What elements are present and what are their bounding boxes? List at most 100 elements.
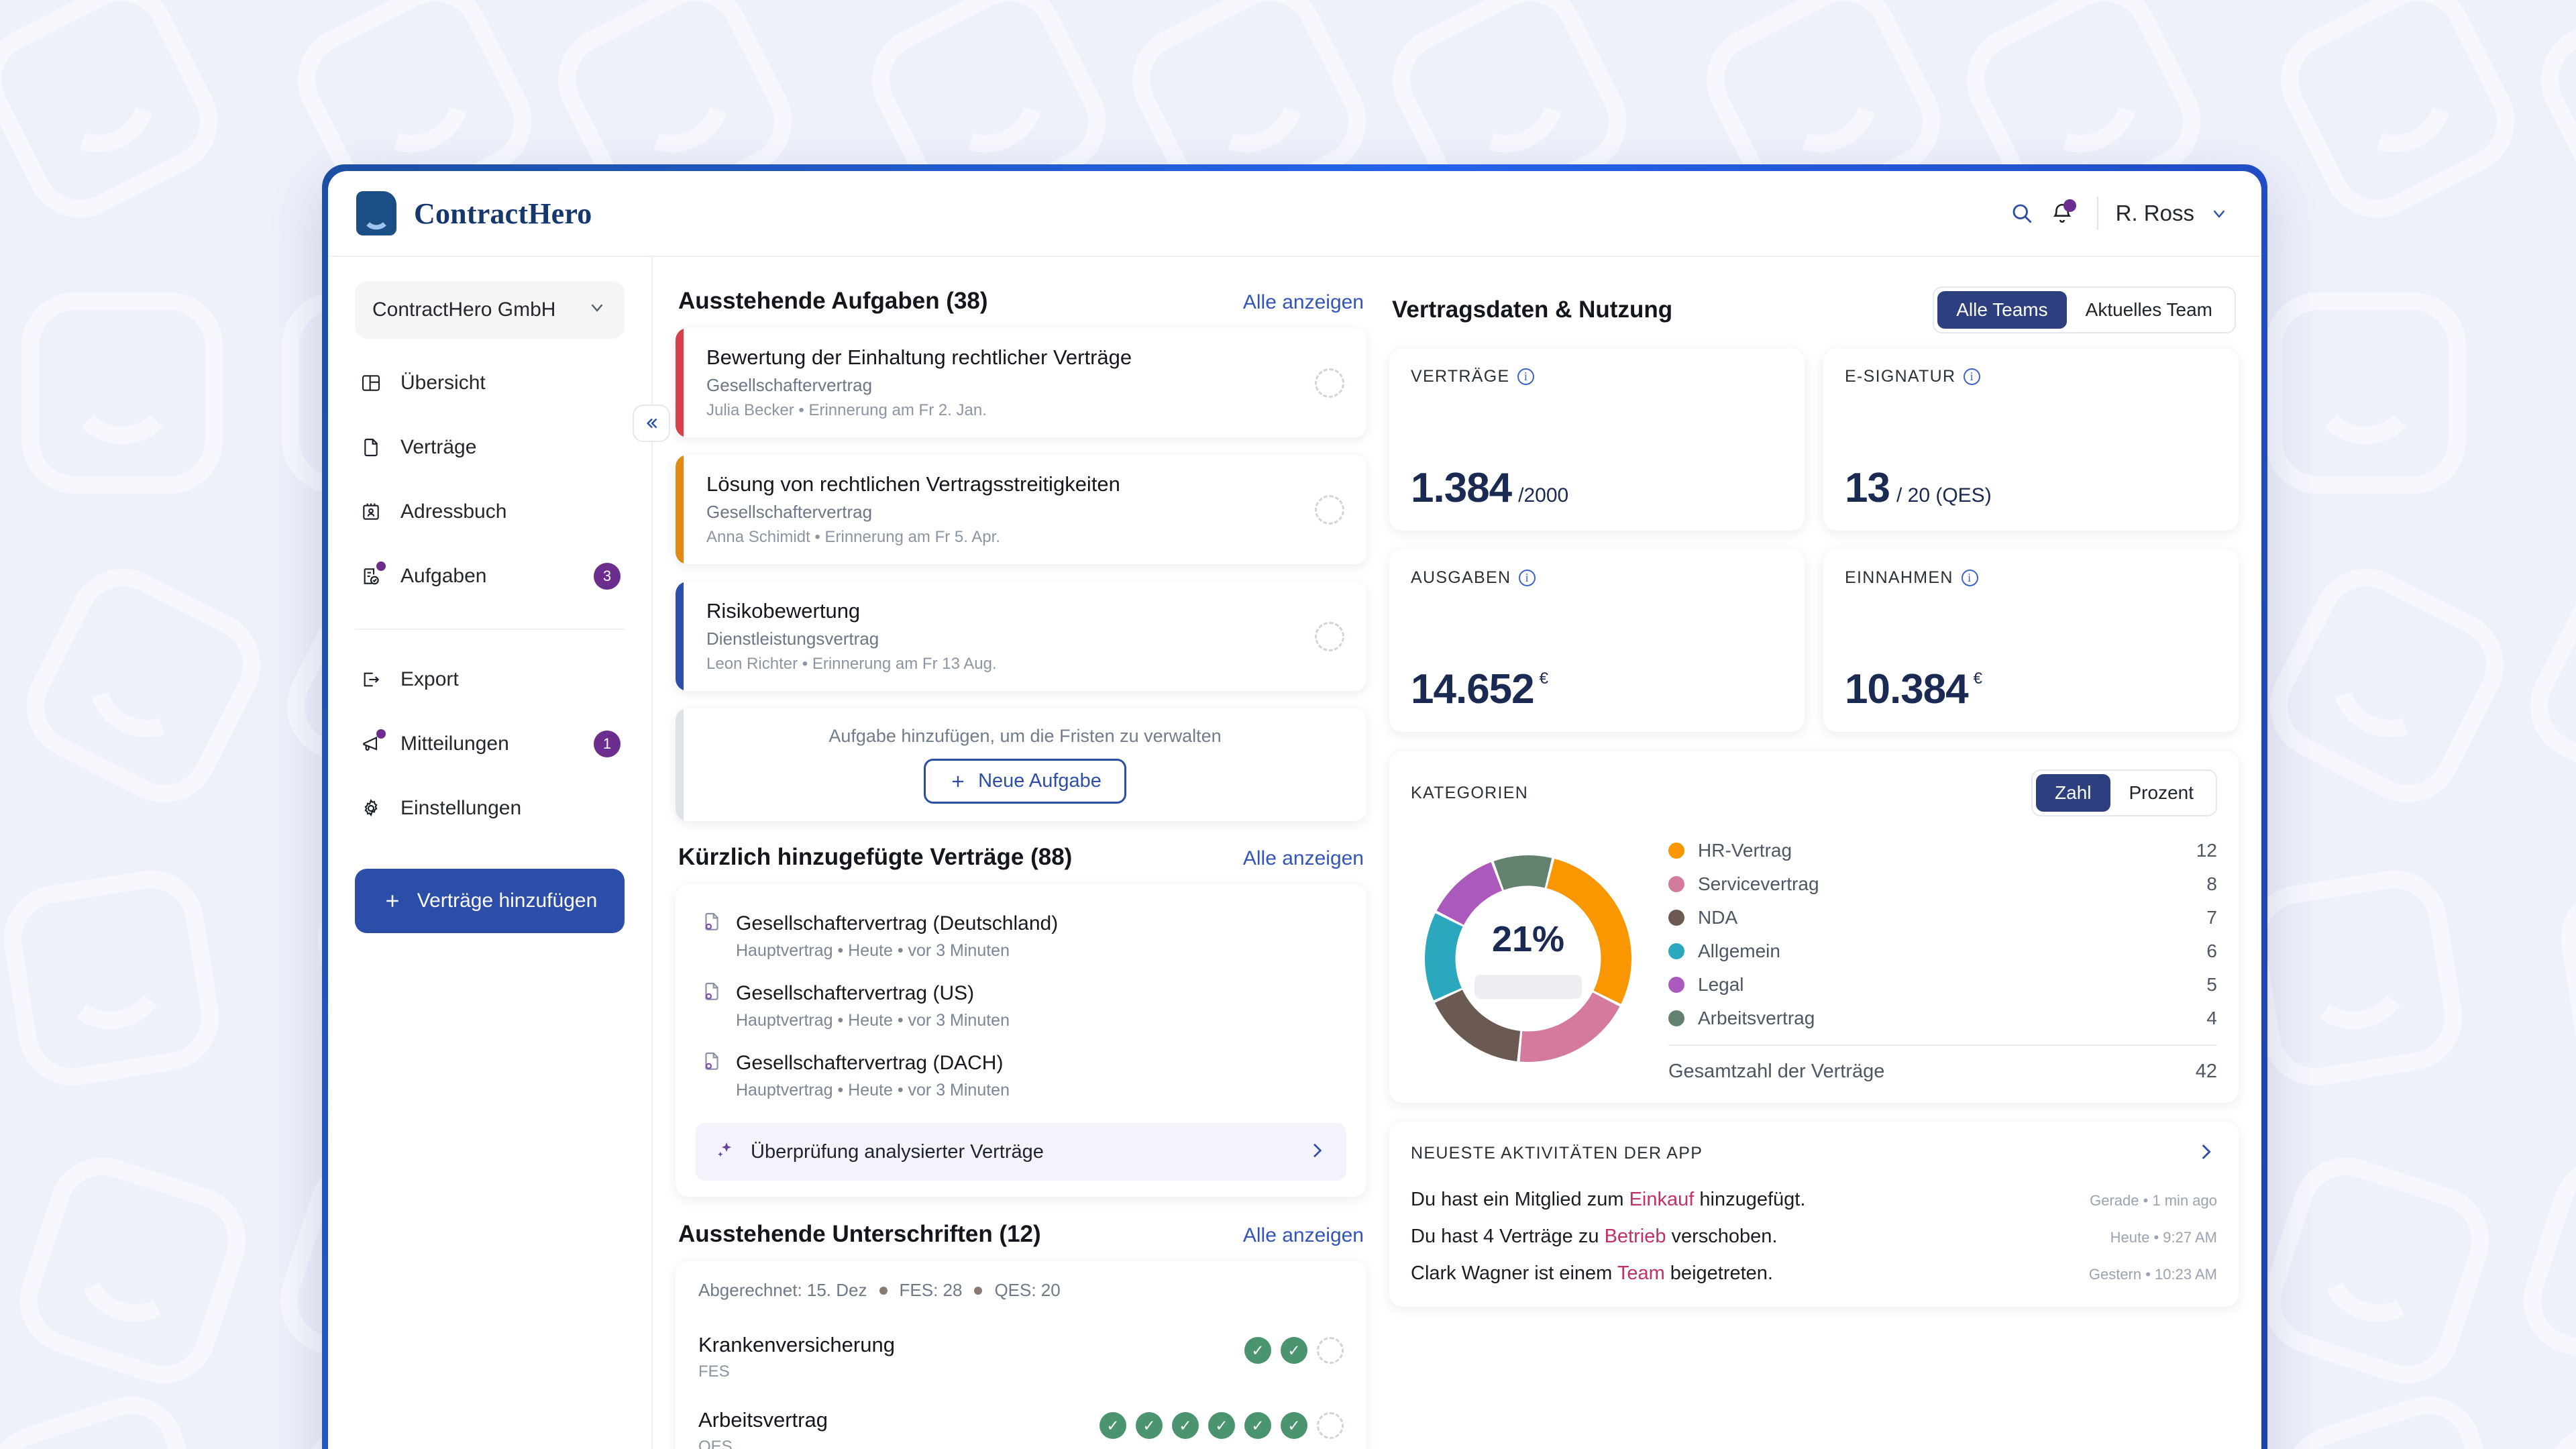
info-icon[interactable]: i (1517, 368, 1535, 385)
task-complete-toggle[interactable] (1293, 455, 1366, 564)
background-logo-tile (2265, 292, 2466, 494)
task-complete-toggle[interactable] (1293, 582, 1366, 691)
signature-row[interactable]: Arbeitsvertrag QES ✓ ✓ ✓ ✓ ✓ ✓ (698, 1399, 1344, 1449)
task-priority-stripe (676, 455, 684, 564)
sidebar-item-export[interactable]: Export (355, 647, 625, 712)
legend-label: Legal (1698, 974, 1744, 995)
signature-type: QES (698, 1438, 733, 1449)
signatures-show-all-link[interactable]: Alle anzeigen (1243, 1224, 1364, 1247)
signatures-section-title: Ausstehende Unterschriften (12) (678, 1221, 1041, 1247)
categories-mode-count[interactable]: Zahl (2036, 774, 2110, 812)
donut-segment-nda[interactable] (1434, 989, 1521, 1061)
sidebar-item-label: Übersicht (400, 372, 486, 394)
add-contract-button[interactable]: Verträge hinzufügen (355, 869, 625, 933)
team-scope-all[interactable]: Alle Teams (1937, 291, 2067, 329)
sidebar-item-einstellungen[interactable]: Einstellungen (355, 776, 625, 841)
legend-row[interactable]: Legal 5 (1668, 968, 2217, 1002)
sidebar-item-ubersicht[interactable]: Übersicht (355, 351, 625, 415)
legend-row[interactable]: Servicevertrag 8 (1668, 867, 2217, 901)
stat-value: 13 (1845, 465, 1890, 511)
app-header: ContractHero R. Ross (328, 171, 2261, 257)
chevron-right-icon[interactable] (2194, 1140, 2217, 1167)
sidebar-item-vertrage[interactable]: Verträge (355, 415, 625, 480)
contract-list-item[interactable]: Gesellschaftervertrag (Deutschland) Haup… (696, 902, 1346, 971)
activity-row[interactable]: Du hast ein Mitglied zum Einkauf hinzuge… (1411, 1181, 2217, 1218)
sidebar-item-aufgaben[interactable]: Aufgaben 3 (355, 544, 625, 608)
sidebar-item-label: Mitteilungen (400, 733, 509, 755)
background-logo-tile (2249, 1143, 2504, 1398)
stat-label-text: VERTRÄGE (1411, 367, 1510, 386)
signature-row[interactable]: Krankenversicherung FES ✓ ✓ (698, 1324, 1344, 1399)
legend-swatch-icon (1668, 977, 1684, 993)
donut-segment-servicevertrag[interactable] (1519, 991, 1620, 1062)
contract-list-item[interactable]: Gesellschaftervertrag (DACH) Hauptvertra… (696, 1041, 1346, 1111)
task-row[interactable]: Lösung von rechtlichen Vertragsstreitigk… (676, 455, 1366, 564)
pending-signature-icon (1317, 1337, 1344, 1364)
task-row[interactable]: Bewertung der Einhaltung rechtlicher Ver… (676, 328, 1366, 437)
contract-name: Gesellschaftervertrag (Deutschland) (736, 912, 1059, 934)
stat-card-esignatur: E-SIGNATUR i 13 / 20 (QES) (1823, 348, 2239, 531)
donut-percent-label: 21% (1491, 918, 1565, 959)
signed-check-icon: ✓ (1244, 1412, 1271, 1439)
header-divider (2096, 197, 2098, 230)
sidebar-collapse-button[interactable] (633, 405, 670, 442)
legend-row[interactable]: Arbeitsvertrag 4 (1668, 1002, 2217, 1035)
signature-name: Arbeitsvertrag (698, 1408, 828, 1432)
legend-label: NDA (1698, 907, 1738, 928)
tasks-section-header: Ausstehende Aufgaben (38) Alle anzeigen (676, 277, 1366, 328)
contracts-section-title: Kürzlich hinzugefügte Verträge (88) (678, 844, 1073, 870)
donut-segment-arbeitsvertrag[interactable] (1493, 855, 1552, 890)
tasks-show-all-link[interactable]: Alle anzeigen (1243, 291, 1364, 314)
stat-currency: € (1973, 669, 1982, 688)
bell-icon[interactable] (2042, 193, 2082, 233)
signatures-qes: QES: 20 (994, 1280, 1061, 1300)
info-icon[interactable]: i (1519, 570, 1536, 586)
sidebar-item-mitteilungen[interactable]: Mitteilungen 1 (355, 712, 625, 776)
legend-row[interactable]: NDA 7 (1668, 901, 2217, 934)
stat-label-text: AUSGABEN (1411, 568, 1511, 587)
new-task-button[interactable]: Neue Aufgabe (924, 759, 1126, 804)
sidebar-item-label: Export (400, 668, 459, 690)
info-icon[interactable]: i (1961, 570, 1978, 586)
task-row[interactable]: Risikobewertung Dienstleistungsvertrag L… (676, 582, 1366, 691)
legend-row[interactable]: HR-Vertrag 12 (1668, 834, 2217, 867)
contracts-show-all-link[interactable]: Alle anzeigen (1243, 847, 1364, 870)
contract-list-item[interactable]: Gesellschaftervertrag (US) Hauptvertrag … (696, 971, 1346, 1041)
background-logo-tile (21, 292, 223, 494)
stat-label-text: E-SIGNATUR (1845, 367, 1956, 386)
donut-segment-allgemein[interactable] (1425, 912, 1463, 1000)
info-icon[interactable]: i (1964, 368, 1981, 385)
activity-row[interactable]: Clark Wagner ist einem Team beigetreten.… (1411, 1255, 2217, 1292)
team-scope-toggle: Alle Teams Aktuelles Team (1933, 286, 2236, 333)
left-column: Ausstehende Aufgaben (38) Alle anzeigen … (676, 277, 1366, 1449)
org-switcher[interactable]: ContractHero GmbH (355, 281, 625, 339)
activity-highlight[interactable]: Betrieb (1605, 1226, 1666, 1247)
signature-status-dots: ✓ ✓ (1244, 1333, 1344, 1364)
activity-title: NEUESTE AKTIVITÄTEN DER APP (1411, 1144, 1703, 1163)
contact-book-icon (359, 500, 383, 524)
categories-mode-percent[interactable]: Prozent (2110, 774, 2213, 812)
categories-total-label: Gesamtzahl der Verträge (1668, 1061, 1885, 1082)
legend-row[interactable]: Allgemein 6 (1668, 934, 2217, 968)
donut-segment-legal[interactable] (1436, 861, 1502, 925)
team-scope-current[interactable]: Aktuelles Team (2067, 291, 2231, 329)
activity-highlight[interactable]: Team (1617, 1263, 1665, 1284)
search-icon[interactable] (2002, 193, 2042, 233)
sidebar-item-adressbuch[interactable]: Adressbuch (355, 480, 625, 544)
legend-swatch-icon (1668, 943, 1684, 959)
signed-check-icon: ✓ (1136, 1412, 1163, 1439)
chevron-down-icon[interactable] (2209, 203, 2229, 223)
analyse-contracts-banner[interactable]: Überprüfung analysierter Verträge (696, 1123, 1346, 1181)
donut-placeholder-bar (1474, 974, 1582, 999)
task-list-icon (359, 561, 386, 588)
activity-row[interactable]: Du hast 4 Verträge zu Betrieb verschoben… (1411, 1218, 2217, 1255)
task-complete-toggle[interactable] (1293, 328, 1366, 437)
signature-type: FES (698, 1362, 730, 1381)
signatures-fes: FES: 28 (899, 1280, 963, 1300)
legend-label: HR-Vertrag (1698, 840, 1792, 861)
sidebar-nav-primary: Übersicht Verträge Adressbuch Aufgaben 3 (355, 339, 625, 608)
activity-highlight[interactable]: Einkauf (1629, 1189, 1695, 1210)
chevron-right-icon (1306, 1140, 1328, 1165)
user-name[interactable]: R. Ross (2116, 201, 2194, 226)
sidebar-nav-secondary: Export Mitteilungen 1 Einstellungen (355, 629, 625, 841)
